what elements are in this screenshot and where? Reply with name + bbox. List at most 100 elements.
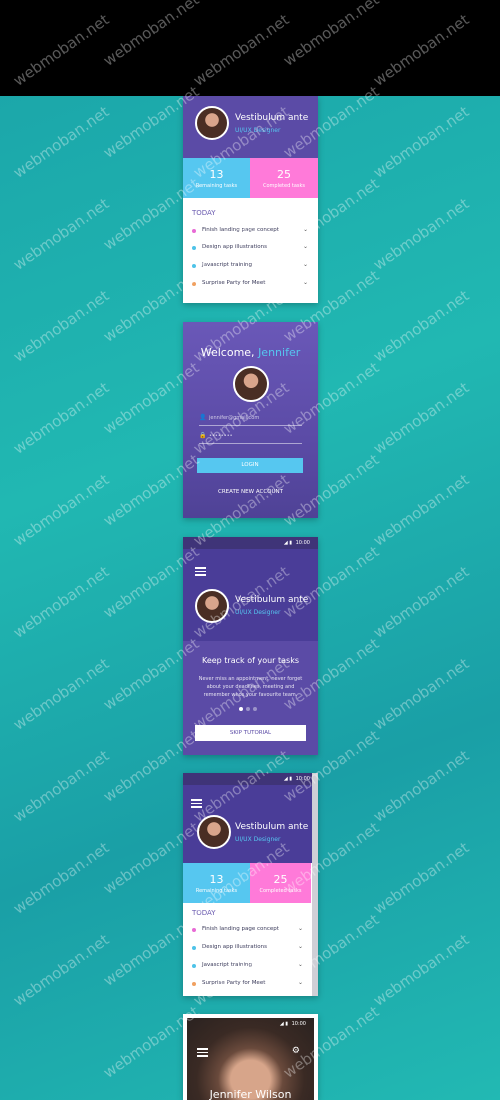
- watermark-text: webmoban.net: [10, 562, 113, 642]
- remaining-label: Remaining tasks: [195, 888, 238, 894]
- completed-label: Completed tasks: [259, 888, 302, 894]
- status-bar: ◢ ▮ 10:00: [183, 537, 318, 549]
- list-item[interactable]: Javascript training ⌄: [192, 261, 312, 274]
- profile-header: Vestibulum ante UI/UX Designer: [183, 785, 318, 863]
- watermark-text: webmoban.net: [10, 838, 113, 918]
- task-label: Finish landing page concept: [202, 227, 279, 233]
- password-placeholder: ••••••••: [209, 433, 233, 439]
- menu-icon[interactable]: [195, 567, 206, 576]
- menu-icon[interactable]: [197, 1048, 208, 1057]
- chevron-down-icon[interactable]: ⌄: [303, 279, 308, 286]
- completed-label: Completed tasks: [263, 183, 305, 189]
- list-item[interactable]: Finish landing page concept ⌄: [192, 226, 312, 239]
- profile-role: UI/UX Designer: [235, 127, 281, 134]
- remaining-count: 13: [209, 873, 224, 886]
- list-item[interactable]: Design app illustrations ⌄: [192, 943, 307, 956]
- avatar[interactable]: [195, 589, 229, 623]
- remaining-count: 13: [209, 168, 224, 181]
- create-account-link[interactable]: CREATE NEW ACCOUNT: [183, 489, 318, 495]
- menu-icon[interactable]: [191, 799, 202, 808]
- avatar[interactable]: [195, 106, 229, 140]
- watermark-text: webmoban.net: [10, 102, 113, 182]
- watermark-text: webmoban.net: [10, 470, 113, 550]
- avatar[interactable]: [197, 815, 231, 849]
- signal-battery-icon: ◢ ▮: [279, 1021, 288, 1027]
- pager-dot[interactable]: [246, 707, 250, 711]
- watermark-text: webmoban.net: [10, 286, 113, 366]
- pager-dot[interactable]: [253, 707, 257, 711]
- watermark-text: webmoban.net: [370, 378, 473, 458]
- list-item[interactable]: Surprise Party for Meet ⌄: [192, 279, 312, 292]
- task-dot: [192, 264, 196, 268]
- profile-name: Jennifer Wilson: [209, 1088, 292, 1100]
- password-field[interactable]: 🔒 ••••••••: [199, 432, 302, 444]
- settings-icon[interactable]: ⚙: [292, 1046, 300, 1056]
- email-placeholder: jennifer@gmail.com: [209, 415, 260, 421]
- chevron-down-icon[interactable]: ⌄: [298, 961, 303, 968]
- status-time: 10:00: [291, 1021, 306, 1027]
- screen-profile: ◢ ▮ 10:00 ⚙ Jennifer Wilson: [183, 1014, 318, 1100]
- avatar[interactable]: [233, 366, 269, 402]
- chevron-down-icon[interactable]: ⌄: [298, 925, 303, 932]
- screen-dashboard-full: ◢ ▮ 10:00 Vestibulum ante UI/UX Designer…: [183, 773, 318, 996]
- task-dot: [192, 246, 196, 250]
- login-button[interactable]: LOGIN: [197, 458, 303, 473]
- task-dot: [192, 946, 196, 950]
- remaining-tasks-stat[interactable]: 13 Remaining tasks: [183, 863, 250, 903]
- section-title: TODAY: [192, 909, 216, 917]
- completed-count: 25: [277, 168, 291, 181]
- completed-tasks-stat[interactable]: 25 Completed tasks: [250, 863, 311, 903]
- completed-tasks-stat[interactable]: 25 Completed tasks: [250, 158, 318, 198]
- chevron-down-icon[interactable]: ⌄: [298, 979, 303, 986]
- list-item[interactable]: Finish landing page concept ⌄: [192, 925, 307, 938]
- pager-dot-active[interactable]: [239, 707, 243, 711]
- email-field[interactable]: 👤 jennifer@gmail.com: [199, 414, 302, 426]
- status-bar: ◢ ▮ 10:00: [183, 773, 318, 785]
- signal-battery-icon: ◢ ▮: [283, 540, 292, 546]
- task-label: Finish landing page concept: [202, 926, 279, 932]
- pager-dots: [239, 707, 263, 711]
- watermark-text: webmoban.net: [10, 654, 113, 734]
- watermark-text: webmoban.net: [370, 746, 473, 826]
- chevron-down-icon[interactable]: ⌄: [303, 243, 308, 250]
- list-item[interactable]: Surprise Party for Meet ⌄: [192, 979, 307, 992]
- task-label: Design app illustrations: [202, 944, 267, 950]
- watermark-text: webmoban.net: [370, 470, 473, 550]
- profile-name: Vestibulum ante: [235, 822, 309, 832]
- chevron-down-icon[interactable]: ⌄: [303, 261, 308, 268]
- watermark-text: webmoban.net: [370, 562, 473, 642]
- task-label: Surprise Party for Meet: [202, 980, 266, 986]
- list-item[interactable]: Design app illustrations ⌄: [192, 243, 312, 256]
- status-bar: ◢ ▮ 10:00: [187, 1018, 314, 1030]
- chevron-down-icon[interactable]: ⌄: [298, 943, 303, 950]
- profile-name: Vestibulum ante: [235, 595, 309, 605]
- watermark-text: webmoban.net: [10, 194, 113, 274]
- remaining-label: Remaining tasks: [195, 183, 238, 189]
- watermark-text: webmoban.net: [370, 286, 473, 366]
- remaining-tasks-stat[interactable]: 13 Remaining tasks: [183, 158, 250, 198]
- status-time: 10:00: [295, 776, 310, 782]
- completed-count: 25: [273, 873, 288, 886]
- top-black-bar: [0, 0, 500, 96]
- signal-battery-icon: ◢ ▮: [283, 776, 292, 782]
- watermark-text: webmoban.net: [370, 838, 473, 918]
- scrollbar[interactable]: [312, 773, 318, 996]
- watermark-text: webmoban.net: [370, 930, 473, 1010]
- profile-photo-header: ◢ ▮ 10:00 ⚙ Jennifer Wilson: [187, 1018, 314, 1100]
- profile-name: Vestibulum ante: [235, 113, 309, 123]
- user-icon: 👤: [199, 414, 207, 421]
- header-panel: Vestibulum ante UI/UX Designer: [183, 549, 318, 641]
- task-list: TODAY Finish landing page concept ⌄ Desig…: [183, 903, 311, 996]
- chevron-down-icon[interactable]: ⌄: [303, 226, 308, 233]
- watermark-text: webmoban.net: [10, 746, 113, 826]
- watermark-text: webmoban.net: [370, 654, 473, 734]
- task-label: Surprise Party for Meet: [202, 280, 266, 286]
- list-item[interactable]: Javascript training ⌄: [192, 961, 307, 974]
- lock-icon: 🔒: [199, 432, 207, 439]
- section-title: TODAY: [192, 209, 216, 217]
- screen-login: Welcome, Jennifer 👤 jennifer@gmail.com 🔒…: [183, 322, 318, 518]
- welcome-user: Jennifer: [258, 346, 301, 359]
- task-label: Javascript training: [202, 962, 252, 968]
- task-dot: [192, 928, 196, 932]
- skip-tutorial-button[interactable]: SKIP TUTORIAL: [195, 725, 306, 741]
